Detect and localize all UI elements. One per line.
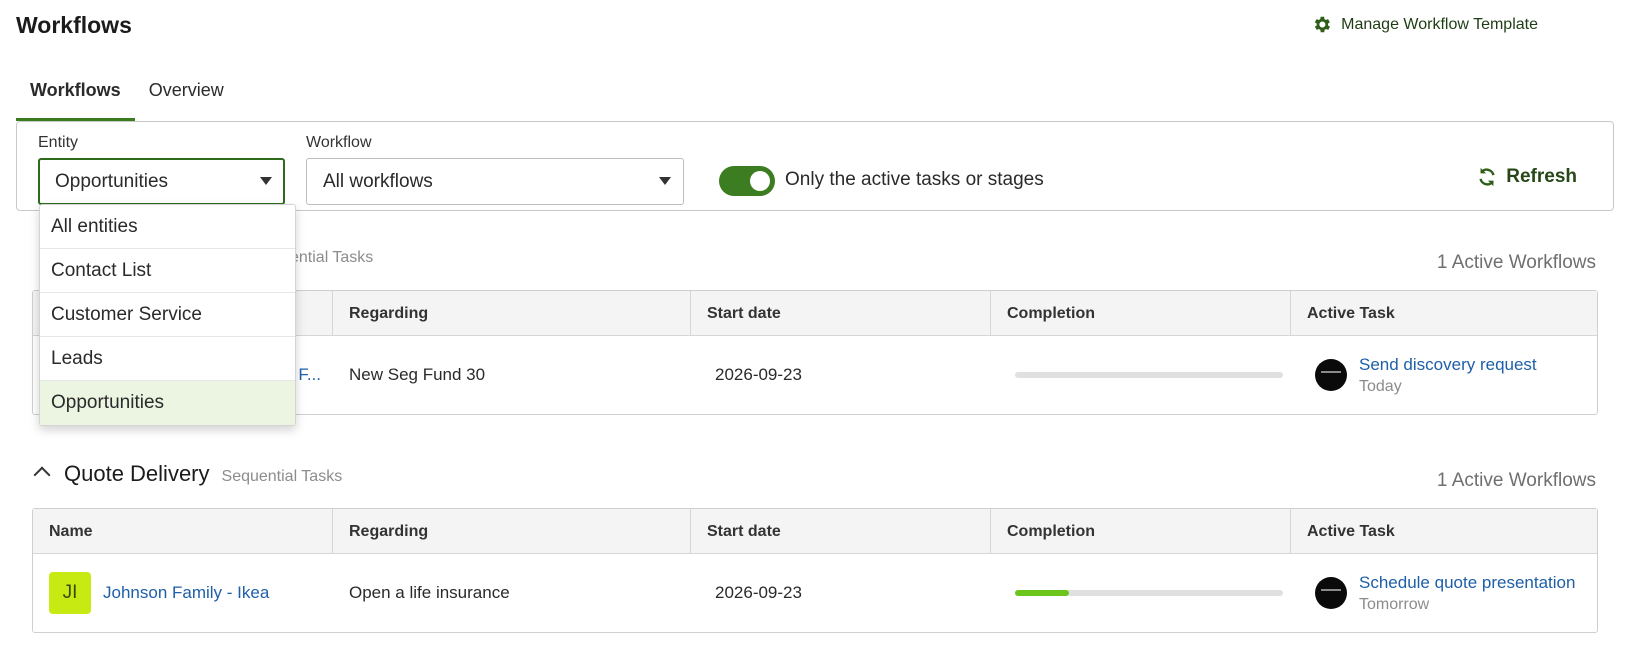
section-2-header: Quote Delivery Sequential Tasks <box>33 461 343 487</box>
entity-option-customer-service[interactable]: Customer Service <box>40 293 295 337</box>
column-header-active-task[interactable]: Active Task <box>1291 509 1597 553</box>
workflow-label: Workflow <box>306 134 372 151</box>
entity-label: Entity <box>38 134 79 151</box>
entity-dropdown-menu: All entities Contact List Customer Servi… <box>39 204 296 426</box>
workflow-select[interactable]: All workflows <box>306 158 684 205</box>
column-header-regarding[interactable]: Regarding <box>333 291 691 335</box>
regarding-cell: New Seg Fund 30 <box>349 365 486 384</box>
column-header-name[interactable]: Name <box>33 509 333 553</box>
filter-panel: Entity Opportunities Workflow All workfl… <box>16 121 1614 211</box>
task-info: Send discovery request Today <box>1359 355 1537 396</box>
start-date-cell: 2026-09-23 <box>715 583 802 602</box>
task-link[interactable]: Schedule quote presentation <box>1359 573 1575 593</box>
manage-template-label: Manage Workflow Template <box>1341 15 1538 33</box>
column-header-active-task[interactable]: Active Task <box>1291 291 1597 335</box>
entity-option-all[interactable]: All entities <box>40 205 295 249</box>
assignee-avatar <box>1315 359 1347 391</box>
assignee-avatar <box>1315 577 1347 609</box>
collapse-chevron-icon[interactable] <box>33 466 51 484</box>
regarding-cell: Open a life insurance <box>349 583 510 602</box>
task-link[interactable]: Send discovery request <box>1359 355 1537 375</box>
column-header-start-date[interactable]: Start date <box>691 291 991 335</box>
workflow-select-value: All workflows <box>323 171 433 192</box>
entity-select-value: Opportunities <box>55 171 169 192</box>
tab-bar: Workflows Overview <box>16 72 238 121</box>
chevron-down-icon <box>260 177 272 185</box>
task-due: Today <box>1359 377 1402 395</box>
name-cell: JI Johnson Family - Ikea <box>33 554 333 632</box>
entity-option-leads[interactable]: Leads <box>40 337 295 381</box>
task-info: Schedule quote presentation Tomorrow <box>1359 573 1575 614</box>
section-2-active-count: 1 Active Workflows <box>1436 470 1596 491</box>
table-row[interactable]: JI Johnson Family - Ikea Open a life ins… <box>33 554 1597 632</box>
refresh-label: Refresh <box>1506 166 1577 187</box>
chevron-down-icon <box>659 177 671 185</box>
active-task-cell: Schedule quote presentation Tomorrow <box>1291 554 1597 632</box>
task-due: Tomorrow <box>1359 595 1430 613</box>
section-2-subtitle: Sequential Tasks <box>221 468 343 485</box>
record-name-link[interactable]: Johnson Family - Ikea <box>103 583 269 603</box>
record-name-link[interactable]: F... <box>298 365 321 385</box>
section-1-active-count: 1 Active Workflows <box>1436 252 1596 273</box>
active-only-toggle[interactable] <box>719 166 775 196</box>
progress-fill <box>1015 590 1069 596</box>
section-2-table: Name Regarding Start date Completion Act… <box>32 508 1598 633</box>
avatar: JI <box>49 572 91 614</box>
column-header-completion[interactable]: Completion <box>991 291 1291 335</box>
completion-cell <box>991 336 1291 414</box>
table-header: Name Regarding Start date Completion Act… <box>33 509 1597 554</box>
entity-option-contact-list[interactable]: Contact List <box>40 249 295 293</box>
section-2-title: Quote Delivery <box>64 461 210 486</box>
start-date-cell: 2026-09-23 <box>715 365 802 384</box>
completion-cell <box>991 554 1291 632</box>
gear-icon <box>1315 16 1331 33</box>
refresh-button[interactable]: Refresh <box>1476 166 1577 188</box>
tab-overview[interactable]: Overview <box>135 72 238 120</box>
active-task-cell: Send discovery request Today <box>1291 336 1597 414</box>
page-title: Workflows <box>16 12 132 38</box>
toggle-knob <box>750 171 770 191</box>
entity-option-opportunities[interactable]: Opportunities <box>40 381 295 425</box>
refresh-icon <box>1479 167 1495 187</box>
section-1-subtitle: ential Tasks <box>290 249 374 266</box>
column-header-start-date[interactable]: Start date <box>691 509 991 553</box>
progress-bar <box>1015 372 1283 378</box>
entity-select[interactable]: Opportunities <box>38 158 285 205</box>
manage-template-link[interactable]: Manage Workflow Template <box>1311 14 1538 35</box>
column-header-completion[interactable]: Completion <box>991 509 1291 553</box>
column-header-regarding[interactable]: Regarding <box>333 509 691 553</box>
active-only-label: Only the active tasks or stages <box>785 169 1044 190</box>
tab-workflows[interactable]: Workflows <box>16 72 135 121</box>
progress-bar <box>1015 590 1283 596</box>
